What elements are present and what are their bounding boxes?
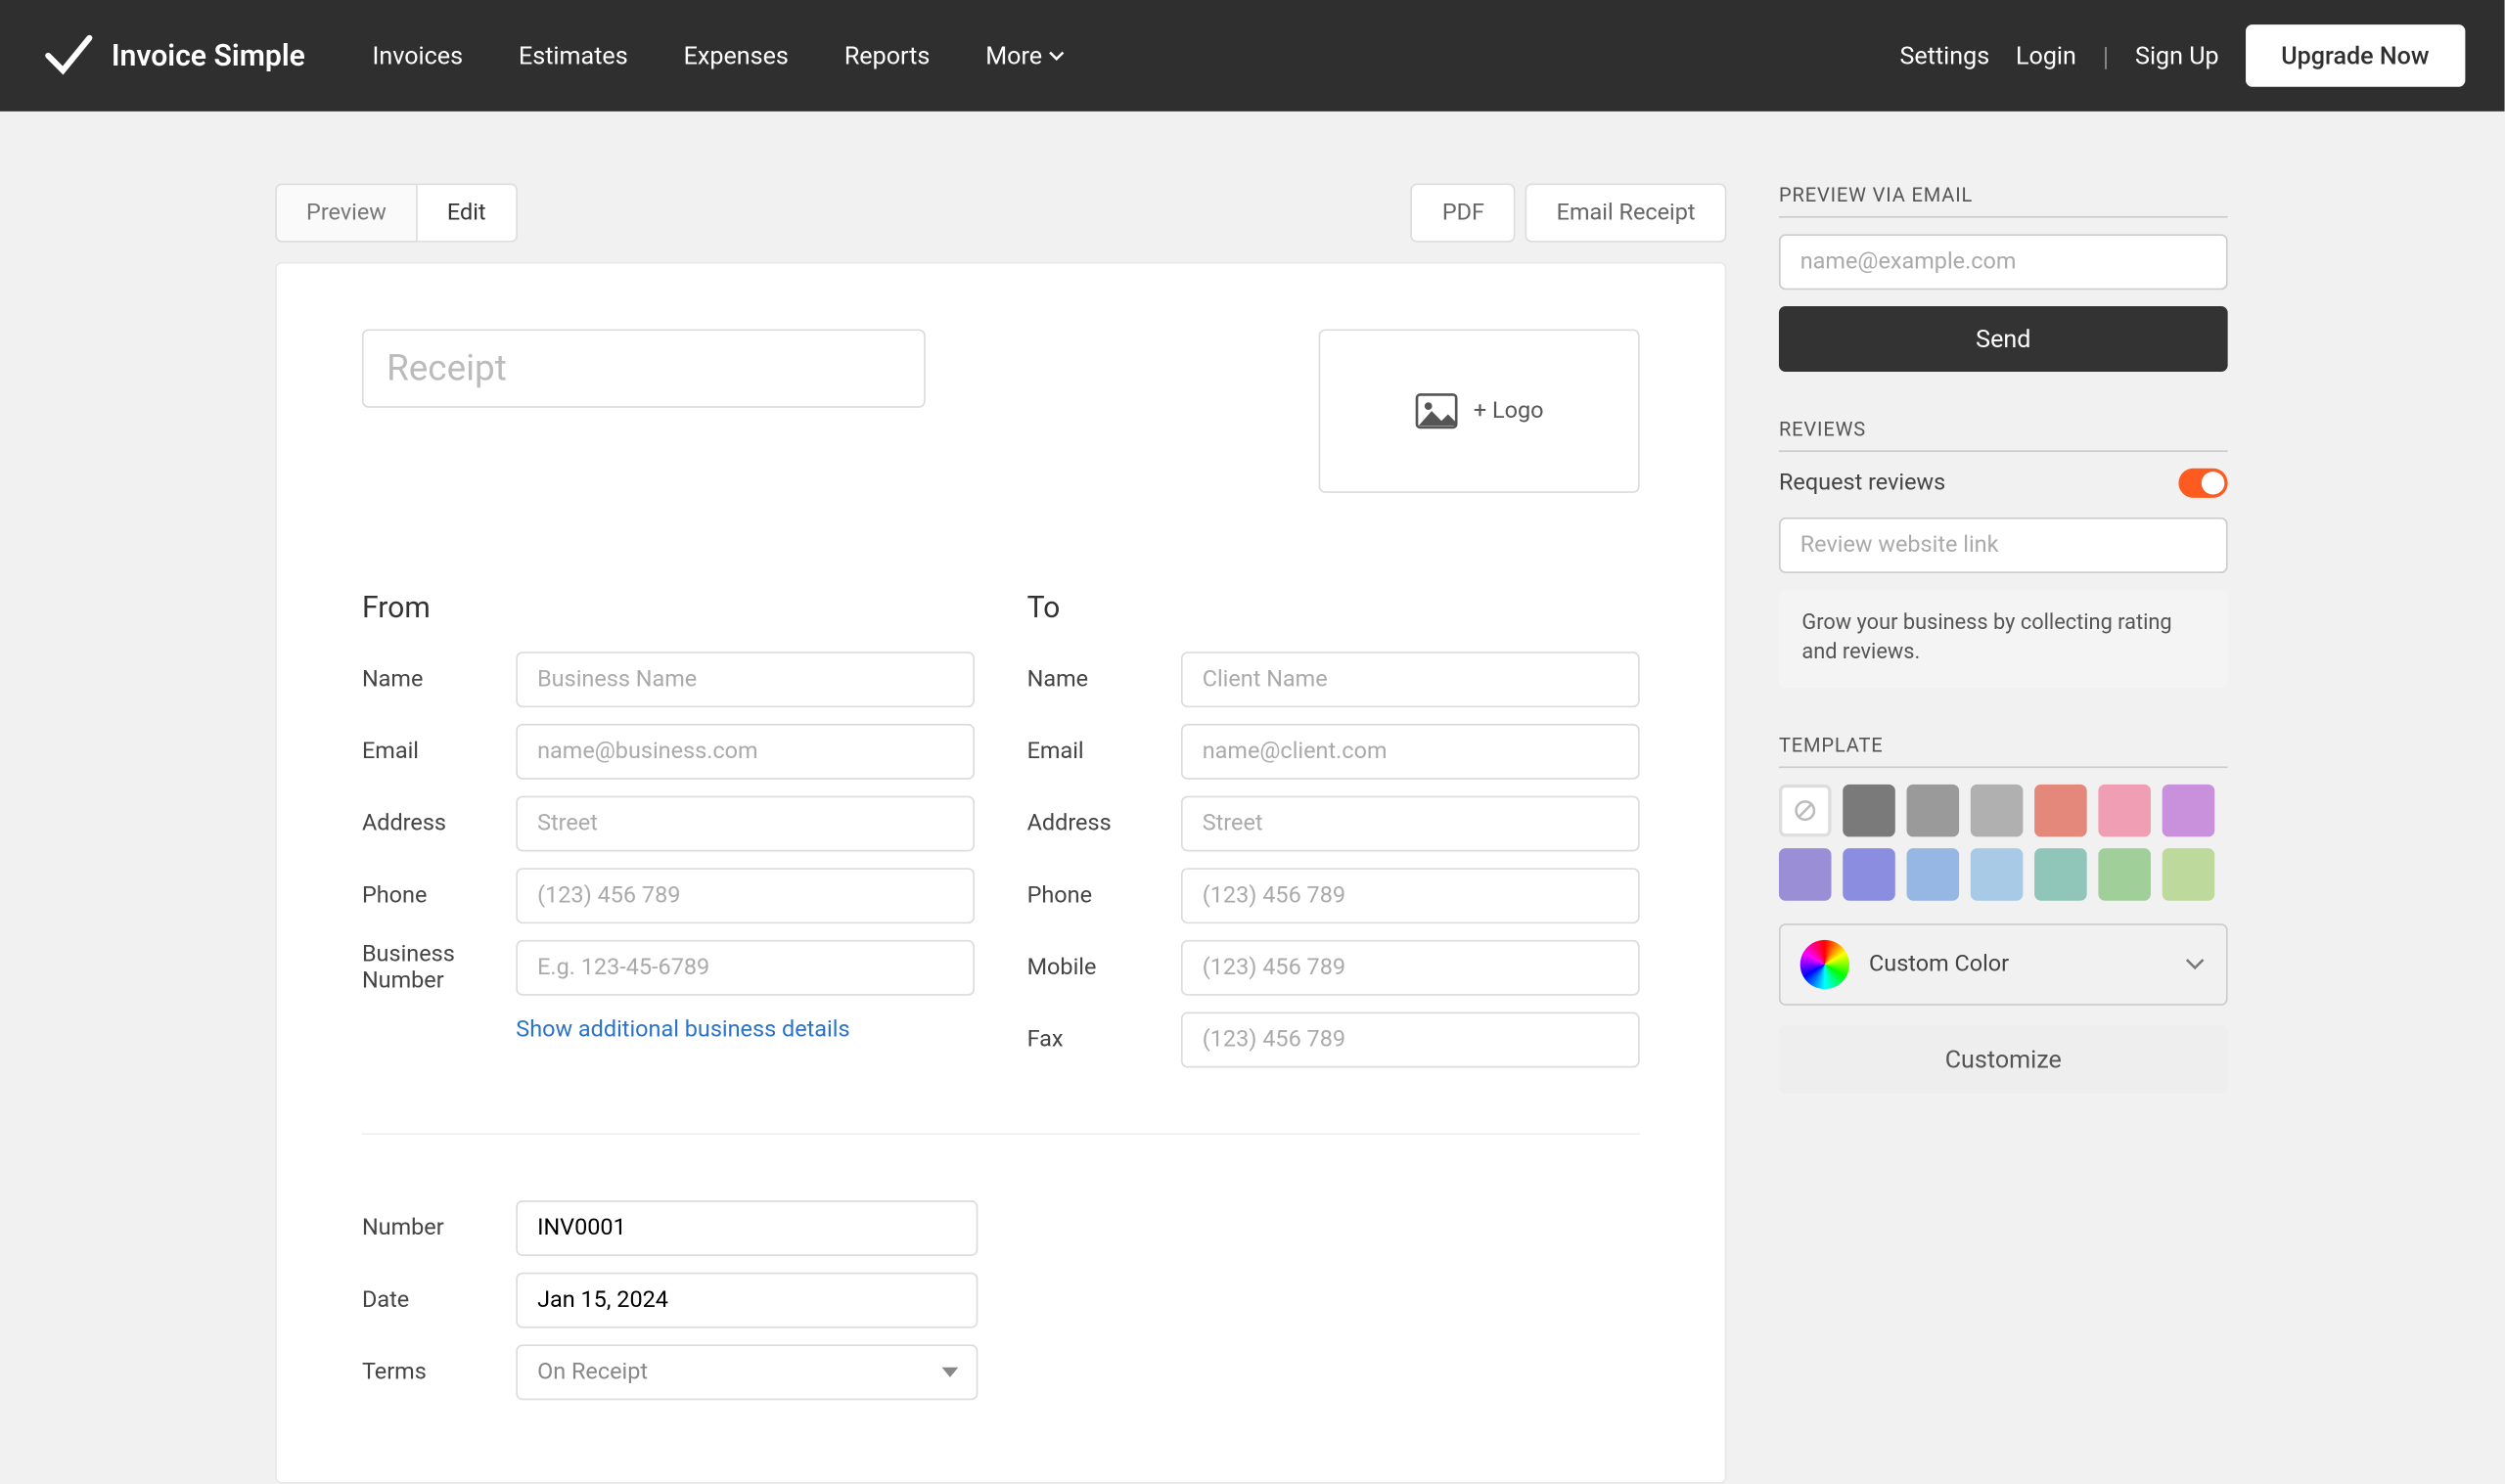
brand-name: Invoice Simple	[112, 38, 305, 72]
to-phone-input[interactable]	[1181, 868, 1640, 923]
nav-login[interactable]: Login	[2016, 41, 2076, 70]
color-swatch-0[interactable]	[1843, 785, 1895, 837]
from-name-input[interactable]	[516, 652, 975, 707]
from-biznum-input[interactable]	[516, 940, 975, 996]
to-name-label: Name	[1027, 666, 1161, 693]
app-header: Invoice Simple Invoices Estimates Expens…	[0, 0, 2505, 112]
to-mobile-label: Mobile	[1027, 955, 1161, 981]
email-receipt-button[interactable]: Email Receipt	[1526, 183, 1727, 242]
to-fax-input[interactable]	[1181, 1012, 1640, 1068]
from-email-label: Email	[362, 739, 496, 765]
preview-email-title: PREVIEW VIA EMAIL	[1779, 183, 2228, 217]
color-swatch-9[interactable]	[1971, 849, 2024, 902]
to-address-label: Address	[1027, 811, 1161, 837]
send-button[interactable]: Send	[1779, 306, 2228, 372]
color-swatch-7[interactable]	[1843, 849, 1895, 902]
nav-invoices[interactable]: Invoices	[344, 41, 490, 70]
document-title-input[interactable]	[362, 329, 926, 407]
review-link-input[interactable]	[1779, 517, 2228, 573]
custom-color-row[interactable]: Custom Color	[1779, 924, 2228, 1007]
reviews-title: REVIEWS	[1779, 418, 2228, 452]
terms-select[interactable]: On Receipt	[516, 1344, 978, 1400]
request-reviews-label: Request reviews	[1779, 470, 1945, 496]
date-input[interactable]	[516, 1273, 978, 1328]
from-name-label: Name	[362, 666, 496, 693]
nav-signup[interactable]: Sign Up	[2135, 41, 2219, 70]
color-swatch-6[interactable]	[1779, 849, 1832, 902]
color-swatch-11[interactable]	[2098, 849, 2151, 902]
terms-label: Terms	[362, 1359, 496, 1385]
receipt-card: + Logo From Name Email Address Phone Bus…	[275, 262, 1726, 1484]
color-swatch-8[interactable]	[1907, 849, 1960, 902]
nav-estimates[interactable]: Estimates	[491, 41, 657, 70]
nav-reports[interactable]: Reports	[816, 41, 957, 70]
to-section: To Name Email Address Phone Mobile Fax	[1027, 591, 1640, 1084]
request-reviews-toggle[interactable]	[2178, 469, 2227, 498]
color-swatch-12[interactable]	[2163, 849, 2215, 902]
preview-email-input[interactable]	[1779, 234, 2228, 290]
upgrade-button[interactable]: Upgrade Now	[2245, 24, 2465, 87]
date-label: Date	[362, 1287, 496, 1314]
customize-button[interactable]: Customize	[1779, 1026, 2228, 1095]
from-phone-input[interactable]	[516, 868, 975, 923]
from-biznum-label: Business Number	[362, 941, 496, 994]
template-section: TEMPLATE Custom Color Customize	[1779, 735, 2228, 1095]
chevron-down-icon	[2183, 959, 2206, 971]
color-swatch-2[interactable]	[1971, 785, 2024, 837]
to-phone-label: Phone	[1027, 882, 1161, 909]
template-title: TEMPLATE	[1779, 735, 2228, 769]
from-phone-label: Phone	[362, 882, 496, 909]
to-address-input[interactable]	[1181, 796, 1640, 852]
chevron-down-icon	[1049, 51, 1066, 61]
from-address-label: Address	[362, 811, 496, 837]
pdf-button[interactable]: PDF	[1411, 183, 1516, 242]
logo-label: + Logo	[1474, 398, 1544, 425]
reviews-info: Grow your business by collecting rating …	[1779, 590, 2228, 689]
number-input[interactable]	[516, 1200, 978, 1256]
to-name-input[interactable]	[1181, 652, 1640, 707]
to-mobile-input[interactable]	[1181, 940, 1640, 996]
from-address-input[interactable]	[516, 796, 975, 852]
nav-more[interactable]: More	[958, 41, 1093, 70]
custom-color-label: Custom Color	[1869, 952, 2163, 978]
nav-divider: |	[2103, 40, 2110, 71]
number-label: Number	[362, 1215, 496, 1241]
preview-email-section: PREVIEW VIA EMAIL Send	[1779, 183, 2228, 372]
to-email-label: Email	[1027, 739, 1161, 765]
to-email-input[interactable]	[1181, 724, 1640, 780]
brand-logo-icon	[39, 26, 98, 85]
logo-upload[interactable]: + Logo	[1319, 329, 1640, 492]
color-swatch-5[interactable]	[2163, 785, 2215, 837]
tab-edit[interactable]: Edit	[418, 183, 518, 242]
to-fax-label: Fax	[1027, 1027, 1161, 1054]
color-swatch-none[interactable]	[1779, 785, 1832, 837]
from-email-input[interactable]	[516, 724, 975, 780]
nav-expenses[interactable]: Expenses	[656, 41, 816, 70]
view-tabs: Preview Edit	[275, 183, 517, 242]
image-icon	[1415, 393, 1458, 429]
color-swatch-1[interactable]	[1907, 785, 1960, 837]
color-wheel-icon	[1800, 941, 1849, 990]
show-additional-link[interactable]: Show additional business details	[516, 1017, 849, 1044]
from-heading: From	[362, 591, 975, 625]
color-swatch-4[interactable]	[2098, 785, 2151, 837]
color-swatch-10[interactable]	[2034, 849, 2087, 902]
reviews-section: REVIEWS Request reviews Grow your busine…	[1779, 418, 2228, 689]
tab-preview[interactable]: Preview	[275, 183, 418, 242]
nav-settings[interactable]: Settings	[1900, 41, 1990, 70]
to-heading: To	[1027, 591, 1640, 625]
color-swatch-3[interactable]	[2034, 785, 2087, 837]
from-section: From Name Email Address Phone Business N…	[362, 591, 975, 1084]
